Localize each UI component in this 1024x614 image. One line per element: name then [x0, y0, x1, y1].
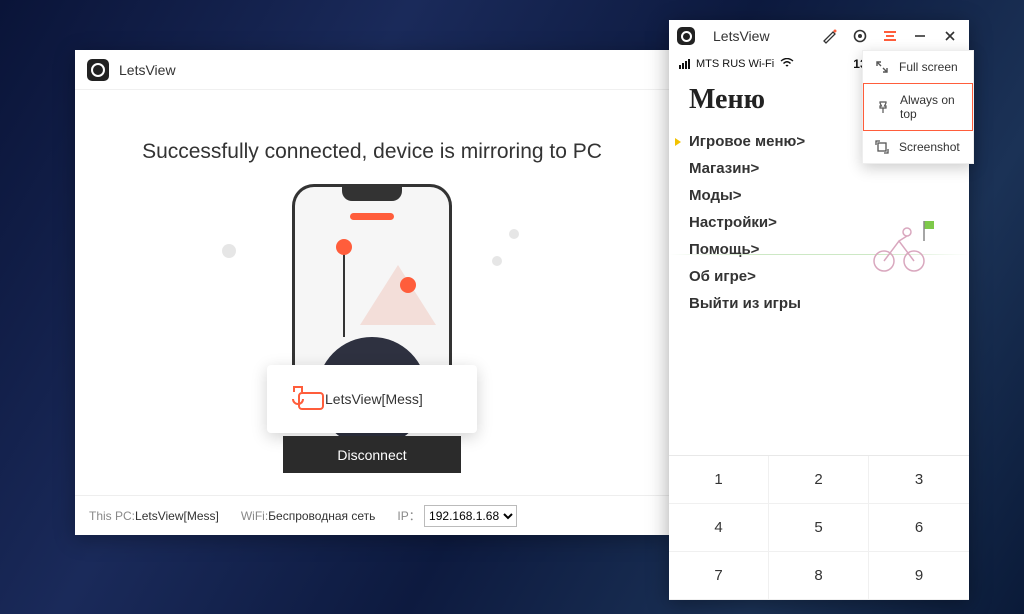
pc-value: LetsView[Mess] [135, 509, 219, 523]
wifi-label: WiFi: [241, 509, 268, 523]
wifi-info: WiFi:Беспроводная сеть [241, 509, 376, 523]
connection-status: Successfully connected, device is mirror… [75, 140, 669, 164]
dropdown-label: Always on top [900, 93, 960, 121]
menu-icon[interactable] [879, 25, 901, 47]
mirror-title: LetsView [713, 28, 770, 44]
decor-dot [222, 244, 236, 258]
dropdown-item-always-on-top[interactable]: Always on top [863, 83, 973, 131]
menu-item[interactable]: Моды> [689, 182, 949, 209]
numpad-key[interactable]: 1 [669, 456, 769, 504]
decor-mountain [360, 265, 436, 325]
pc-info: This PC:LetsView[Mess] [89, 509, 219, 523]
draw-icon[interactable] [819, 25, 841, 47]
main-window: LetsView Successfully connected, device … [75, 50, 669, 535]
carrier-text: MTS RUS Wi-Fi [696, 58, 774, 70]
decor-flower [400, 277, 416, 293]
dropdown-label: Screenshot [899, 140, 960, 154]
decor-dot [492, 256, 502, 266]
numpad-key[interactable]: 6 [869, 504, 969, 552]
letsview-logo-icon [87, 59, 109, 81]
pin-icon [876, 100, 890, 114]
numpad-key[interactable]: 9 [869, 552, 969, 600]
fullscreen-icon [875, 60, 889, 74]
bike-illustration [869, 216, 939, 276]
decor-pill [350, 213, 394, 220]
menu-item[interactable]: Выйти из игры [689, 290, 949, 317]
device-name: LetsView[Mess] [325, 391, 423, 407]
main-titlebar[interactable]: LetsView [75, 50, 669, 90]
signal-icon [679, 59, 690, 69]
main-title: LetsView [119, 62, 176, 78]
window-menu-dropdown: Full screen Always on top Screenshot [862, 50, 974, 164]
ip-select[interactable]: 192.168.1.68 [424, 505, 517, 527]
decor-stem [343, 247, 345, 337]
dropdown-item-screenshot[interactable]: Screenshot [863, 131, 973, 163]
ip-label: IP： [397, 509, 420, 523]
letsview-logo-icon [677, 27, 695, 45]
wifi-icon [780, 57, 794, 71]
numpad-key[interactable]: 8 [769, 552, 869, 600]
mirror-titlebar[interactable]: LetsView [669, 20, 969, 52]
record-icon[interactable] [849, 25, 871, 47]
decor-flower [336, 239, 352, 255]
dropdown-item-full-screen[interactable]: Full screen [863, 51, 973, 83]
close-icon[interactable] [939, 25, 961, 47]
numpad-key[interactable]: 2 [769, 456, 869, 504]
wifi-value: Беспроводная сеть [268, 509, 375, 523]
dropdown-label: Full screen [899, 60, 958, 74]
phone-notch [342, 187, 402, 201]
main-body: Successfully connected, device is mirror… [75, 90, 669, 495]
numpad-key[interactable]: 5 [769, 504, 869, 552]
ip-info: IP： 192.168.1.68 [397, 505, 517, 527]
numpad-key[interactable]: 7 [669, 552, 769, 600]
screenshot-icon [875, 140, 889, 154]
device-card[interactable]: LetsView[Mess] [267, 365, 477, 433]
disconnect-button[interactable]: Disconnect [283, 436, 461, 473]
numpad: 123 456 789 [669, 455, 969, 600]
decor-dot [509, 229, 519, 239]
numpad-key[interactable]: 3 [869, 456, 969, 504]
statusbar: This PC:LetsView[Mess] WiFi:Беспроводная… [75, 495, 669, 535]
minimize-icon[interactable] [909, 25, 931, 47]
tv-icon [285, 388, 311, 410]
pc-label: This PC: [89, 509, 135, 523]
numpad-key[interactable]: 4 [669, 504, 769, 552]
